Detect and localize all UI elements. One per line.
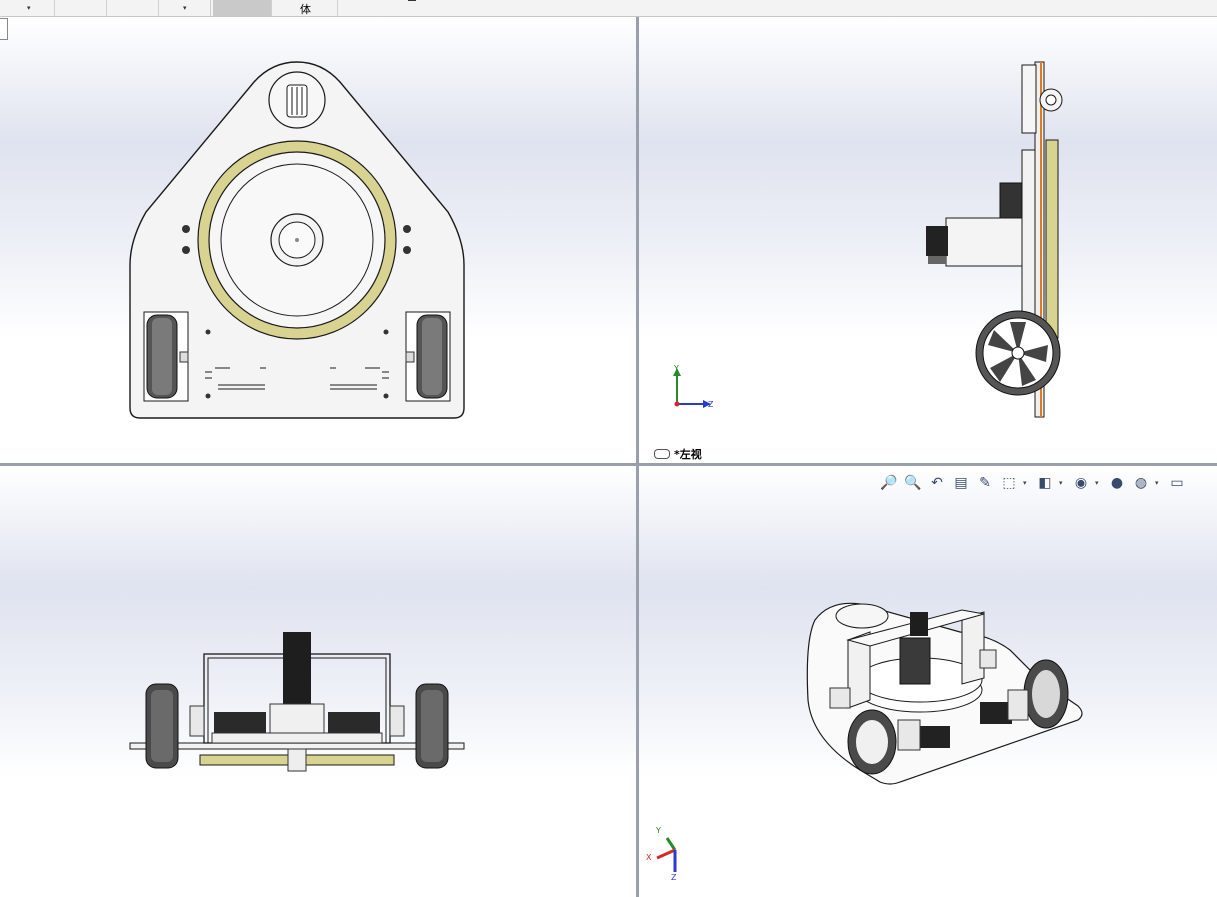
chevron-down-icon: ▾ [183, 4, 187, 12]
link-view-icon [654, 449, 670, 459]
left-view-viewport[interactable]: Y Z *左视 [639, 18, 1217, 463]
view-name-text: *左视 [674, 448, 702, 461]
dropdown-1[interactable]: ▾ [0, 0, 55, 16]
front-view-viewport[interactable] [0, 466, 636, 897]
dropdown-2[interactable]: ▾ [159, 0, 211, 16]
y-axis-label: Y [674, 364, 679, 373]
x-axis-label: X [646, 853, 652, 862]
axis-triad [673, 368, 711, 408]
z-axis-label: Z [671, 873, 677, 882]
z-axis-label: Z [708, 400, 714, 409]
isometric-view-viewport[interactable]: 🔎 🔍 ↶ ▤ ✎ ⬚ ▾ ◧ ▾ ◉ ▾ ● ◍ ▾ ▭ Y X Z [639, 466, 1217, 897]
viewport-splitter-vertical[interactable] [636, 17, 639, 897]
viewport-splitter-horizontal[interactable] [0, 463, 1217, 466]
view-name-label: *左视 [654, 446, 702, 462]
body-button-label: 体 [300, 3, 311, 16]
viewport-corner-handle[interactable] [0, 18, 8, 40]
isometric-view-model [806, 602, 1083, 785]
active-button[interactable] [213, 0, 272, 16]
toolbar-tick [408, 0, 416, 1]
command-toolbar: ▾ ▾ 体 [0, 0, 1217, 17]
chevron-down-icon: ▾ [27, 4, 31, 12]
front-view-model [129, 632, 465, 772]
toolbar-button[interactable] [55, 0, 107, 16]
top-view-viewport[interactable] [0, 18, 636, 463]
y-axis-label: Y [656, 826, 661, 835]
axis-triad [656, 837, 677, 872]
top-view-model [129, 61, 465, 419]
toolbar-button[interactable] [107, 0, 159, 16]
body-button[interactable]: 体 [274, 0, 338, 16]
toolbar-separator [338, 0, 339, 16]
